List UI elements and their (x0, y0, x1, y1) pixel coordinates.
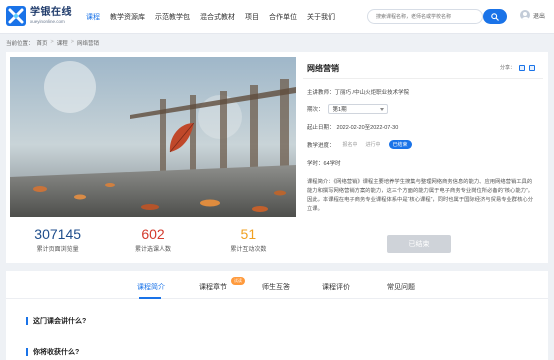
active-tab-indicator (139, 297, 161, 299)
course-intro: 课程简介：《网络营销》课程主要培养学生搜集与整理网络商务信息的能力、应用网络营销… (307, 178, 537, 214)
course-detail-panel: 课程简介 课程章节 试读 师生互答 课程评价 常见问题 这门课会讲什么? 你将收… (6, 271, 548, 360)
section-title: 你将收获什么? (33, 349, 80, 356)
term-value: 第1期 (332, 107, 347, 113)
date-row: 起止日期： 2022-02-20至2022-07-30 (307, 123, 398, 131)
course-cover-image (10, 57, 296, 217)
tab-intro[interactable]: 课程简介 (137, 282, 165, 292)
progress-label: 教学进度： (307, 142, 335, 149)
term-row: 期次： 第1期 (307, 104, 388, 114)
trial-badge: 试读 (231, 277, 245, 285)
user-menu[interactable]: 退出 (520, 10, 545, 20)
stat-label: 累计互动次数 (230, 247, 267, 253)
nav-item-blended-textbook[interactable]: 混合式教材 (200, 12, 235, 22)
search-button[interactable] (483, 9, 507, 24)
breadcrumb-prefix: 当前位置： (6, 41, 34, 47)
logo-title: 学银在线 (30, 6, 72, 18)
tab-reviews[interactable]: 课程评价 (322, 282, 350, 292)
breadcrumb: 当前位置： 首页 > 课程 > 网络营销 (6, 39, 102, 47)
intro-label: 课程简介： (307, 179, 334, 185)
nav-item-demo-package[interactable]: 示范教学包 (155, 12, 190, 22)
course-title: 网络营销 (307, 64, 339, 73)
logo-domain: xueyinonline.com (30, 18, 65, 24)
stat-value: 307145 (34, 226, 82, 242)
breadcrumb-current: 网络营销 (76, 41, 99, 47)
search-box (367, 9, 483, 24)
breadcrumb-separator: > (70, 39, 74, 45)
wechat-share-icon[interactable] (519, 64, 525, 71)
weibo-share-icon[interactable] (529, 64, 535, 71)
hours-value: 64学时 (323, 161, 341, 167)
nav-item-partners[interactable]: 合作单位 (269, 12, 297, 22)
progress-state-finished: 已结束 (388, 140, 412, 149)
section-what-you-learn: 这门课会讲什么? (26, 316, 86, 326)
search-input[interactable] (368, 10, 478, 23)
top-header: 学银在线 xueyinonline.com 课程 教学资源库 示范教学包 混合式… (0, 0, 554, 34)
course-card: 307145 累计页面浏览量 602 累计选课人数 51 累计互动次数 网络营销… (6, 52, 548, 263)
stat-enrollments: 602 累计选课人数 (105, 226, 200, 260)
stat-interactions: 51 累计互动次数 (201, 226, 296, 260)
stat-page-views: 307145 累计页面浏览量 (10, 226, 105, 260)
breadcrumb-separator: > (50, 39, 54, 45)
stat-value: 602 (141, 226, 165, 242)
date-value: 2022-02-20至2022-07-30 (336, 125, 399, 131)
hours-label: 学时： (307, 161, 324, 167)
nav-item-projects[interactable]: 项目 (245, 12, 259, 22)
tab-qa[interactable]: 师生互答 (262, 282, 290, 292)
teacher-row: 主讲教师： 丁丽巧 /中山火炬职业技术学院 (307, 88, 409, 96)
course-tabs: 课程简介 课程章节 试读 师生互答 课程评价 常见问题 (6, 271, 548, 299)
logout-link[interactable]: 退出 (533, 11, 545, 20)
section-marker (26, 348, 28, 356)
section-title: 这门课会讲什么? (33, 318, 87, 325)
course-status-button[interactable]: 已结束 (387, 235, 451, 253)
term-label: 期次： (307, 107, 324, 113)
avatar (520, 10, 530, 20)
nav-item-about[interactable]: 关于我们 (307, 12, 335, 22)
share-label: 分享： (499, 65, 515, 71)
breadcrumb-course[interactable]: 课程 (57, 39, 68, 47)
nav-item-resource-library[interactable]: 教学资源库 (110, 12, 145, 22)
share-bar: 分享： (500, 64, 535, 71)
stat-label: 累计选课人数 (134, 247, 171, 253)
tab-chapters[interactable]: 课程章节 (199, 282, 227, 292)
section-marker (26, 317, 28, 325)
stat-value: 51 (240, 226, 257, 242)
date-label: 起止日期： (307, 125, 335, 131)
progress-state-enrolling: 报名中 (342, 142, 358, 148)
progress-state-ongoing: 进行中 (365, 142, 381, 148)
nav-item-course[interactable]: 课程 (86, 12, 100, 22)
section-what-you-gain: 你将收获什么? (26, 347, 79, 357)
site-logo[interactable]: 学银在线 xueyinonline.com (6, 6, 72, 26)
intro-text: 《网络营销》课程主要培养学生搜集与整理网络商务信息的能力、应用网络营销工具的能力… (307, 179, 533, 212)
chevron-down-icon (379, 108, 384, 111)
term-select[interactable]: 第1期 (327, 104, 388, 114)
teacher-value[interactable]: 丁丽巧 /中山火炬职业技术学院 (335, 88, 410, 96)
tab-faq[interactable]: 常见问题 (387, 282, 415, 292)
course-info: 网络营销 分享： 主讲教师： 丁丽巧 /中山火炬职业技术学院 期次： 第1期 起… (303, 57, 543, 253)
main-nav: 课程 教学资源库 示范教学包 混合式教材 项目 合作单位 关于我们 (86, 0, 345, 34)
course-stats: 307145 累计页面浏览量 602 累计选课人数 51 累计互动次数 (10, 226, 296, 260)
logo-icon (6, 6, 26, 26)
stat-label: 累计页面浏览量 (36, 247, 79, 253)
hours-row: 学时： 64学时 (307, 159, 341, 167)
search-icon (491, 12, 499, 21)
progress-row: 教学进度： 报名中 进行中 已结束 (307, 140, 412, 149)
breadcrumb-home[interactable]: 首页 (37, 39, 48, 47)
teacher-label: 主讲教师： (307, 90, 335, 96)
